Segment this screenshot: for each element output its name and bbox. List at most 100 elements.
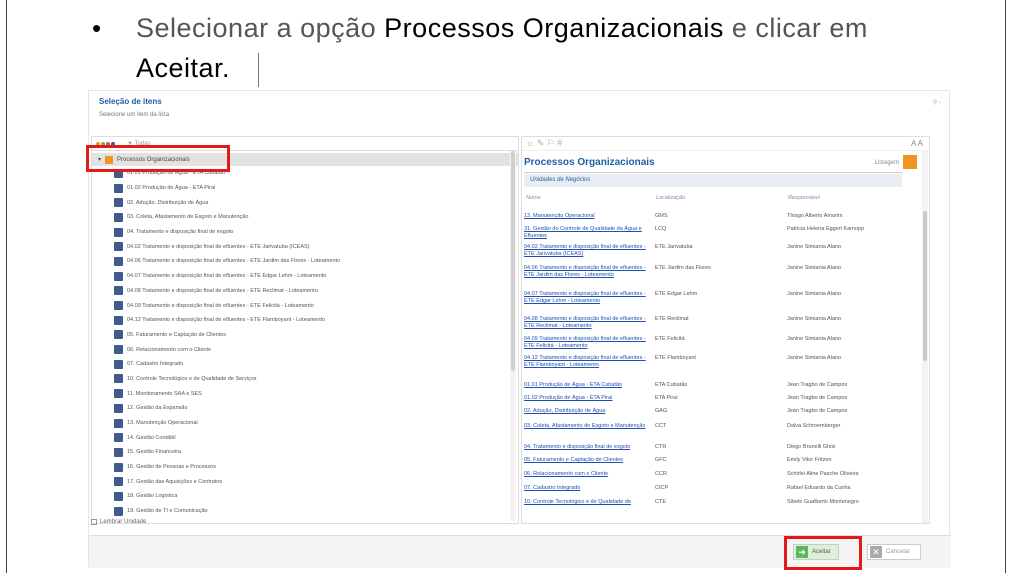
process-icon [114,330,123,340]
row-responsible: Jean Tragbo de Campos [787,395,848,401]
remember-checkbox[interactable]: Lembrar Unidade [91,519,146,525]
row-responsible: Janine Simiania Alano [787,316,842,322]
row-responsible: Schirlei Aline Pasche Oliveira [787,471,859,477]
row-responsible: Janine Simiania Alano [787,355,842,361]
detail-panel: ☼ ✎ ⚐ # A A Processos Organizacionais Li… [521,136,930,524]
tree-item[interactable]: 19. Gestão de TI e Comunicação [92,504,518,519]
tree-item[interactable]: 05. Faturamento e Captação de Clientes [92,328,518,343]
dialog-title: Seleção de itens [99,97,162,106]
detail-toolbar: ☼ ✎ ⚐ # A A [522,137,929,151]
tree-item[interactable]: 14. Gestão Contábil [92,430,518,445]
row-responsible: Sibele Gualberto Montenegro [787,499,859,505]
listagem-link[interactable]: Listagem [875,160,899,166]
tree-item[interactable]: 04.09 Tratamento e disposição final de e… [92,298,518,313]
window-controls-icon[interactable]: ⚲ ▫ [933,99,941,106]
tree-item-label: 04. Tratamento e disposição final de esg… [127,229,234,236]
frame-right-border [1005,0,1006,573]
row-name-link[interactable]: 07. Cadastro Integrado [524,485,652,492]
highlight-root-item [86,145,230,172]
process-icon [114,271,123,281]
row-name-link[interactable]: 04.06 Tratamento e disposição final de e… [524,265,652,279]
process-icon [114,286,123,296]
tree-item[interactable]: 17. Gestão das Aquisições e Contratos [92,474,518,489]
tree-item-label: 10. Controle Tecnológico e de Qualidade … [127,375,257,382]
text-cursor [258,52,260,87]
detail-scrollbar[interactable] [922,151,928,523]
tree-item-label: 04.12 Tratamento e disposição final de e… [127,317,326,324]
tree-item-label: 02. Adução, Distribuição de Água [127,199,209,206]
toolbar-tools-icon[interactable]: ☼ ✎ ⚐ # [526,138,562,149]
process-icon [114,359,123,369]
row-name-link[interactable]: 05. Faturamento e Captação de Clientes [524,457,652,464]
process-icon [114,242,123,252]
row-location: ETE Reclimat [655,316,689,322]
row-name-link[interactable]: 01.01 Produção de Água - ETA Cubatão [524,382,652,389]
tree-item[interactable]: 13. Manutenção Operacional [92,416,518,431]
tree-item[interactable]: 04.08 Tratamento e disposição final de e… [92,284,518,299]
row-name-link[interactable]: 10. Controle Tecnológico e de Qualidade … [524,499,652,506]
process-icon [114,315,123,325]
process-icon [114,212,123,222]
tree-item[interactable]: 18. Gestão Logística [92,489,518,504]
row-name-link[interactable]: 02. Adução, Distribuição de Água [524,408,652,415]
row-name-link[interactable]: 04.07 Tratamento e disposição final de e… [524,291,652,305]
row-name-link[interactable]: 04.12 Tratamento e disposição final de e… [524,355,652,369]
tree-item[interactable]: 01.02 Produção de Água - ETA Piraí [92,181,518,196]
row-name-link[interactable]: 04.09 Tratamento e disposição final de e… [524,336,652,350]
tree-item-label: 03. Coleta, Afastamento de Esgoto e Manu… [127,214,249,221]
row-name-link[interactable]: 06. Relacionamento com o Cliente [524,471,652,478]
row-location: ETE Jardim das Flores [655,265,711,271]
font-size-icon[interactable]: A A [911,139,923,148]
process-icon [114,447,123,457]
row-name-link[interactable]: 04. Tratamento e disposição final de esg… [524,444,652,451]
tree-item[interactable]: 12. Gestão da Expansão [92,401,518,416]
tree-item-label: 11. Monitoramento SAA e SES [127,390,202,397]
tree-item[interactable]: 15. Gestão Financeira [92,445,518,460]
listagem-icon[interactable] [903,155,917,169]
tree-item[interactable]: 04.06 Tratamento e disposição final de e… [92,254,518,269]
row-location: GAG [655,408,668,414]
column-header-name: Nome [526,195,541,201]
frame-left-border [6,0,7,573]
tree-item[interactable]: 16. Gestão de Pessoas e Processos [92,460,518,475]
cancel-button[interactable]: ✕ Cancelar [867,544,921,560]
tree-item[interactable]: 04.12 Tratamento e disposição final de e… [92,313,518,328]
row-location: GMS [655,213,668,219]
row-name-link[interactable]: 13. Manutenção Operacional [524,213,652,220]
row-name-link[interactable]: 04.08 Tratamento e disposição final de e… [524,316,652,330]
row-name-link[interactable]: 31. Gestão do Controle de Qualidade da Á… [524,226,652,240]
dialog-subtitle: Selecione um item da lista [99,112,170,118]
row-location: CCT [655,423,667,429]
tree-item-label: 13. Manutenção Operacional [127,420,198,427]
tree-items: 01.01 Produção de Água - ETA Cubatão 01.0… [92,166,518,519]
row-location: ETA Cubatão [655,382,688,388]
row-location: ETE Jarivatuba [655,244,693,250]
row-responsible: Rafael Eduardo da Cunha [787,485,851,491]
row-location: ETE Edgar Lehm [655,291,698,297]
process-icon [114,403,123,413]
tree-item-label: 04.07 Tratamento e disposição final de e… [127,273,327,280]
tree-item[interactable]: 02. Adução, Distribuição de Água [92,195,518,210]
process-icon [114,491,123,501]
tree-item[interactable]: 03. Coleta, Afastamento de Esgoto e Manu… [92,210,518,225]
row-name-link[interactable]: 03. Coleta, Afastamento de Esgoto e Manu… [524,423,652,430]
row-responsible: Patricia Helena Eggert Kamopp [787,226,865,232]
checkbox-icon[interactable] [91,519,97,525]
tree-item[interactable]: 04.07 Tratamento e disposição final de e… [92,269,518,284]
tree-item[interactable]: 07. Cadastro Integrado [92,357,518,372]
cancel-label: Cancelar [886,549,911,555]
row-name-link[interactable]: 04.02 Tratamento e disposição final de e… [524,244,652,258]
row-responsible: Janine Simiania Alano [787,244,842,250]
tree-item[interactable]: 10. Controle Tecnológico e de Qualidade … [92,372,518,387]
process-icon [114,301,123,311]
tree-item[interactable]: 11. Monitoramento SAA e SES [92,386,518,401]
row-responsible: Emily Vitor Fritzen [787,457,832,463]
tree-item-label: 15. Gestão Financeira [127,449,182,456]
tree-item[interactable]: 06. Relacionamento com o Cliente [92,342,518,357]
row-name-link[interactable]: 01.02 Produção de Água - ETA Piraí [524,395,652,402]
tree-scrollbar[interactable] [510,151,516,521]
tree-item[interactable]: 04. Tratamento e disposição final de esg… [92,225,518,240]
row-responsible: Thiago Alberto Amorim [787,213,843,219]
tree-item[interactable]: 04.02 Tratamento e disposição final de e… [92,239,518,254]
instruction-line-1: Selecionar a opção Processos Organizacio… [136,8,868,88]
